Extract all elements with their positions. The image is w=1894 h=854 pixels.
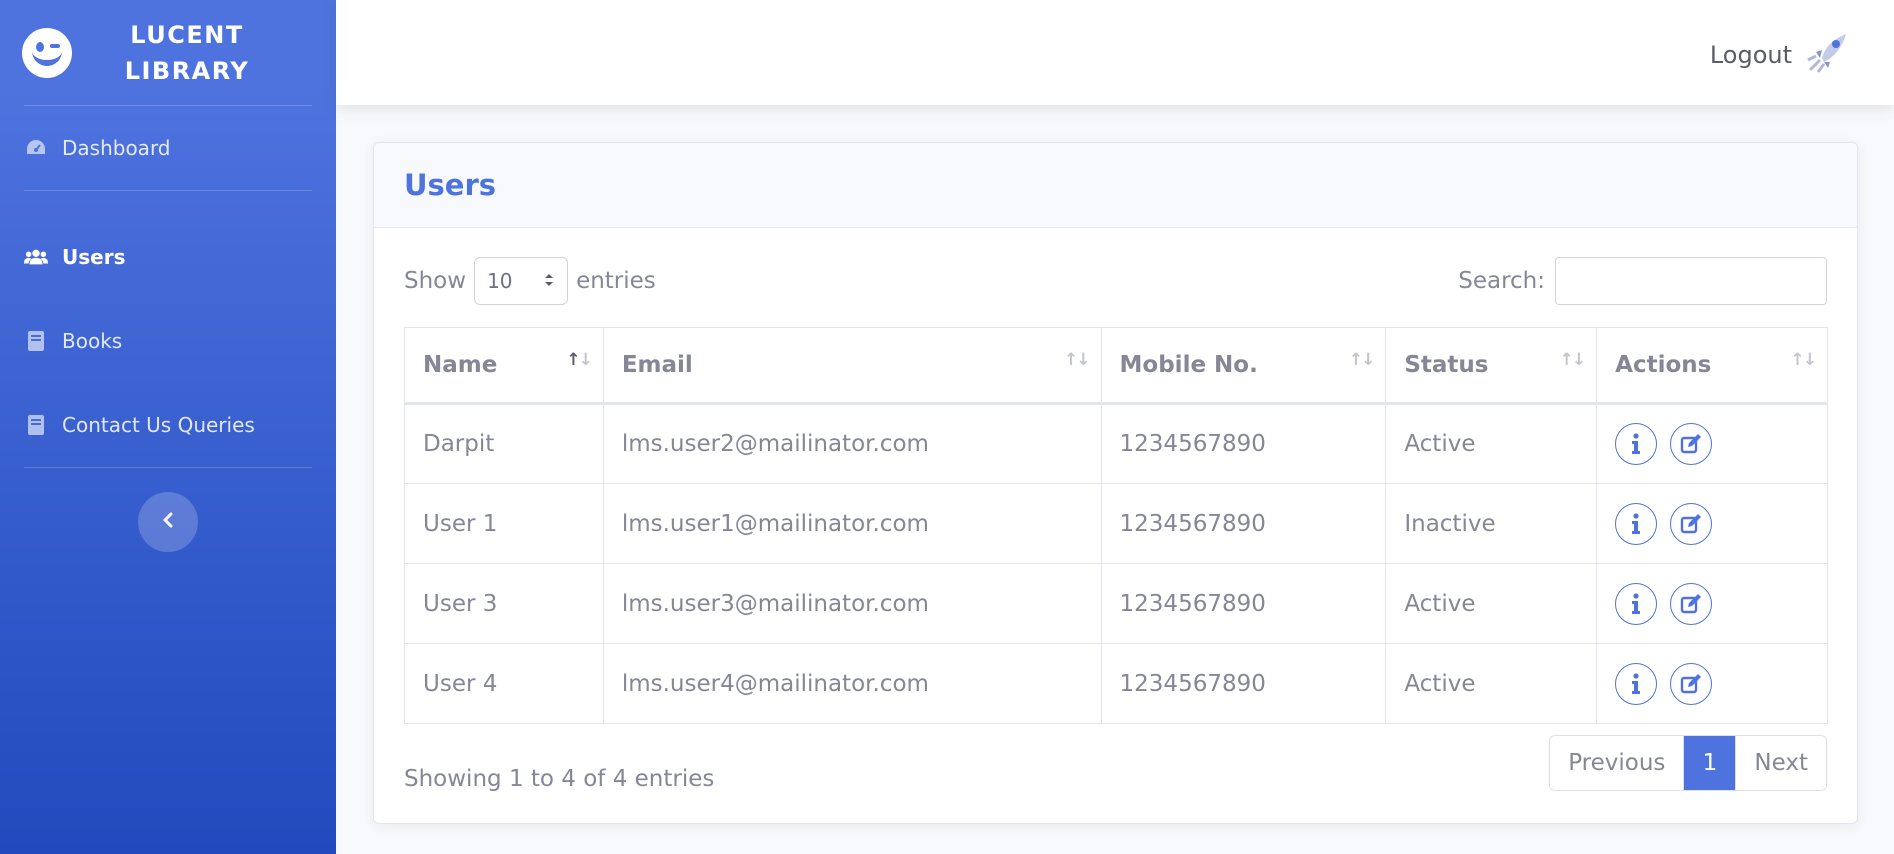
card-header: Users [374, 143, 1857, 228]
sidebar-item-dashboard[interactable]: Dashboard [0, 106, 336, 190]
edit-icon [1681, 434, 1702, 454]
info-button[interactable] [1615, 423, 1658, 465]
laugh-wink-icon [22, 27, 72, 78]
edit-button[interactable] [1670, 502, 1713, 545]
page-length-select[interactable]: 10 [474, 257, 569, 305]
cell-status: Active [1385, 563, 1598, 644]
search-control: Search: [1458, 257, 1827, 305]
sidebar-toggle-button[interactable] [138, 492, 198, 552]
cell-status: Inactive [1385, 483, 1598, 564]
table-row: User 4 lms.user4@mailinator.com 12345678… [404, 643, 1828, 724]
cell-actions [1596, 403, 1828, 484]
info-button[interactable] [1615, 582, 1658, 625]
brand[interactable]: LUCENT LIBRARY [0, 0, 336, 105]
page-length-control: Show 10 entries [404, 257, 656, 305]
show-label: Show [404, 268, 467, 294]
users-table: Name ↑↓ Email ↑↓ Mobile No. ↑↓ Status ↑↓… [404, 327, 1828, 724]
cell-name: Darpit [404, 403, 604, 484]
sort-icon: ↑↓ [1064, 350, 1091, 370]
rocket-icon [1806, 30, 1852, 80]
cell-email: lms.user1@mailinator.com [602, 483, 1102, 564]
cell-mobile: 1234567890 [1100, 403, 1387, 484]
cell-mobile: 1234567890 [1100, 643, 1387, 724]
sidebar-item-label: Users [62, 245, 126, 269]
cell-actions [1596, 643, 1828, 724]
edit-icon [1681, 593, 1702, 613]
sort-icon: ↑↓ [1348, 350, 1376, 370]
chevron-left-icon [161, 512, 175, 532]
entries-label: entries [576, 268, 656, 294]
logout-label: Logout [1709, 41, 1792, 69]
table-info: Showing 1 to 4 of 4 entries [404, 766, 715, 792]
cell-name: User 4 [404, 643, 604, 724]
cell-name: User 3 [404, 563, 604, 644]
sort-arrows-icon [543, 269, 555, 293]
cell-mobile: 1234567890 [1100, 563, 1387, 644]
pagination: Previous 1 Next [1549, 735, 1827, 791]
table-controls: Show 10 entries Search: [404, 257, 1827, 305]
info-button[interactable] [1615, 502, 1658, 545]
page-length-value: 10 [487, 269, 513, 293]
cell-actions [1596, 483, 1828, 564]
users-icon [24, 245, 48, 269]
table-row: User 3 lms.user3@mailinator.com 12345678… [404, 563, 1828, 644]
column-header-status[interactable]: Status ↑↓ [1385, 327, 1598, 405]
info-icon [1632, 592, 1641, 614]
search-input[interactable] [1555, 257, 1827, 305]
cell-status: Active [1385, 643, 1598, 724]
sidebar-item-label: Contact Us Queries [62, 413, 255, 437]
search-label: Search: [1458, 268, 1545, 294]
cell-name: User 1 [404, 483, 604, 564]
sidebar-item-users[interactable]: Users [0, 215, 336, 299]
cell-mobile: 1234567890 [1100, 483, 1387, 564]
column-header-actions[interactable]: Actions ↑↓ [1596, 327, 1828, 405]
info-icon [1632, 433, 1641, 454]
cell-actions [1596, 563, 1828, 644]
next-page-button[interactable]: Next [1736, 736, 1826, 790]
page-title: Users [404, 168, 497, 202]
table-footer: Showing 1 to 4 of 4 entries Previous 1 N… [404, 735, 1827, 792]
sidebar-item-label: Dashboard [62, 136, 171, 160]
sidebar-item-label: Books [62, 329, 123, 353]
sidebar-divider [24, 467, 312, 468]
book-icon [24, 329, 48, 353]
previous-page-button[interactable]: Previous [1550, 736, 1685, 790]
cell-status: Active [1385, 403, 1598, 484]
topbar: Logout [336, 0, 1894, 105]
table-row: User 1 lms.user1@mailinator.com 12345678… [404, 483, 1828, 564]
sort-icon: ↑↓ [1559, 350, 1587, 370]
sort-icon: ↑↓ [566, 350, 593, 370]
info-icon [1632, 512, 1641, 534]
column-header-email[interactable]: Email ↑↓ [602, 327, 1102, 405]
tachometer-icon [24, 136, 48, 160]
sort-icon: ↑↓ [1790, 350, 1818, 370]
info-icon [1632, 672, 1641, 694]
sidebar: LUCENT LIBRARY Dashboard Users Books Con… [0, 0, 336, 854]
users-card: Users Show 10 entries Search: Name ↑↓ Em… [373, 142, 1858, 824]
sidebar-item-contact-queries[interactable]: Contact Us Queries [0, 383, 336, 467]
page-1-button[interactable]: 1 [1684, 736, 1737, 790]
cell-email: lms.user4@mailinator.com [602, 643, 1102, 724]
column-header-mobile[interactable]: Mobile No. ↑↓ [1100, 327, 1387, 405]
sidebar-item-books[interactable]: Books [0, 299, 336, 383]
cell-email: lms.user2@mailinator.com [602, 403, 1102, 484]
table-header-row: Name ↑↓ Email ↑↓ Mobile No. ↑↓ Status ↑↓… [404, 327, 1828, 405]
edit-button[interactable] [1670, 582, 1713, 625]
edit-icon [1681, 673, 1702, 693]
edit-button[interactable] [1670, 423, 1713, 465]
logout-link[interactable]: Logout [1710, 30, 1852, 80]
info-button[interactable] [1615, 662, 1658, 705]
table-row: Darpit lms.user2@mailinator.com 12345678… [404, 403, 1828, 484]
book-icon [24, 413, 48, 437]
brand-name: LUCENT LIBRARY [124, 20, 250, 85]
cell-email: lms.user3@mailinator.com [602, 563, 1102, 644]
edit-button[interactable] [1670, 662, 1713, 705]
column-header-name[interactable]: Name ↑↓ [404, 327, 604, 405]
edit-icon [1681, 513, 1702, 533]
